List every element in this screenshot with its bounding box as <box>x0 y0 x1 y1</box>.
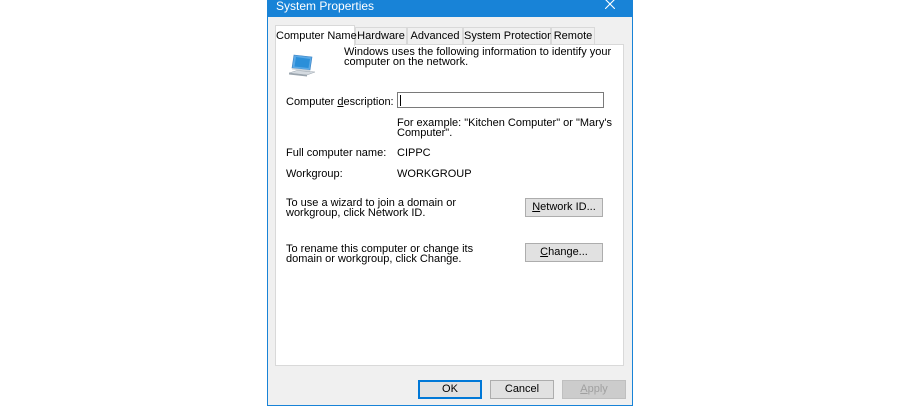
window-title: System Properties <box>276 0 375 13</box>
workgroup-label: Workgroup: <box>286 168 343 180</box>
full-computer-name-value: CIPPC <box>397 147 431 159</box>
full-computer-name-label: Full computer name: <box>286 147 387 159</box>
tab-advanced[interactable]: Advanced <box>407 27 463 45</box>
change-button-rest: hange... <box>548 246 588 258</box>
network-id-text: To use a wizard to join a domain or work… <box>286 197 456 219</box>
apply-button-key: A <box>580 383 588 395</box>
apply-button-rest: pply <box>587 383 608 395</box>
tab-hardware[interactable]: Hardware <box>355 27 407 45</box>
rename-text: To rename this computer or change its do… <box>286 243 474 265</box>
system-properties-window: System Properties Computer Name Hardware… <box>267 0 633 406</box>
description-label-pre: Computer <box>286 96 338 108</box>
network-id-button[interactable]: Network ID... <box>525 198 603 217</box>
info-text: Windows uses the following information t… <box>344 46 612 68</box>
computer-description-label: Computer description: <box>286 96 394 108</box>
close-icon <box>605 0 615 9</box>
change-button[interactable]: Change... <box>525 243 603 262</box>
tab-computer-name[interactable]: Computer Name <box>275 25 357 46</box>
title-bar[interactable]: System Properties <box>268 0 632 17</box>
apply-button[interactable]: Apply <box>562 380 626 399</box>
network-id-button-key: N <box>532 201 541 213</box>
close-button[interactable] <box>588 0 632 17</box>
network-id-button-rest: etwork ID... <box>540 201 596 213</box>
cancel-button[interactable]: Cancel <box>490 380 554 399</box>
description-label-post: escription: <box>343 96 394 108</box>
workgroup-value: WORKGROUP <box>397 168 472 180</box>
change-button-key: C <box>540 246 549 258</box>
computer-description-input[interactable] <box>397 92 604 108</box>
text-caret <box>400 95 401 106</box>
tab-system-protection[interactable]: System Protection <box>463 27 553 45</box>
tab-remote[interactable]: Remote <box>551 27 595 45</box>
computer-icon <box>288 54 316 77</box>
ok-button[interactable]: OK <box>418 380 482 399</box>
example-text: For example: "Kitchen Computer" or "Mary… <box>397 117 612 139</box>
